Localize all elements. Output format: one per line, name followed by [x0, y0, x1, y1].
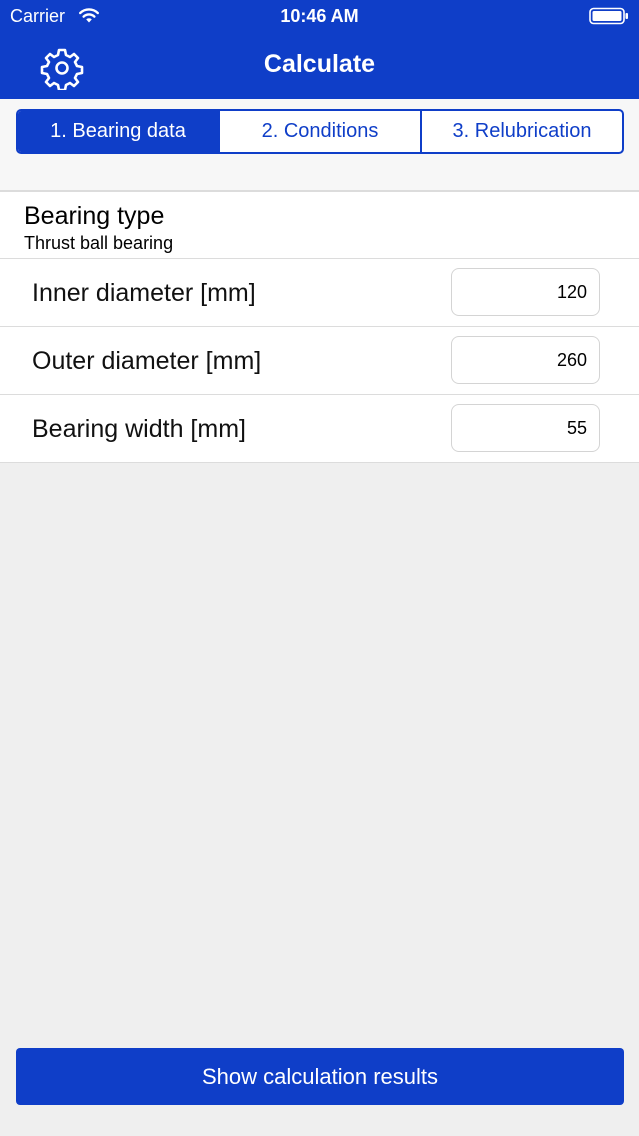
bearing-width-label: Bearing width [mm]	[32, 415, 246, 443]
screen: Carrier 10:46 AM Calculate 1. Bearing da…	[0, 0, 639, 1136]
tab-bar-area: 1. Bearing data 2. Conditions 3. Relubri…	[0, 99, 639, 191]
bearing-type-title: Bearing type	[24, 202, 165, 230]
inner-diameter-label: Inner diameter [mm]	[32, 279, 256, 307]
battery-icon	[589, 7, 628, 25]
tab-conditions[interactable]: 2. Conditions	[220, 111, 422, 152]
outer-diameter-input[interactable]	[451, 336, 600, 384]
show-results-button[interactable]: Show calculation results	[16, 1048, 624, 1105]
bearing-width-row: Bearing width [mm]	[0, 395, 639, 463]
tab-bearing-data[interactable]: 1. Bearing data	[18, 111, 220, 152]
tab-relubrication[interactable]: 3. Relubrication	[422, 111, 622, 152]
bearing-form: Bearing type Thrust ball bearing Inner d…	[0, 191, 639, 463]
inner-diameter-row: Inner diameter [mm]	[0, 259, 639, 327]
page-title: Calculate	[263, 50, 376, 78]
bearing-type-row[interactable]: Bearing type Thrust ball bearing	[0, 192, 639, 259]
status-time: 10:46 AM	[280, 6, 359, 26]
segmented-control: 1. Bearing data 2. Conditions 3. Relubri…	[16, 109, 624, 154]
header: Carrier 10:46 AM Calculate	[0, 0, 639, 99]
status-bar: Carrier 10:46 AM	[0, 0, 639, 32]
bearing-type-value: Thrust ball bearing	[24, 233, 174, 253]
outer-diameter-row: Outer diameter [mm]	[0, 327, 639, 395]
outer-diameter-label: Outer diameter [mm]	[32, 347, 262, 375]
inner-diameter-input[interactable]	[451, 268, 600, 316]
bearing-width-input[interactable]	[451, 404, 600, 452]
